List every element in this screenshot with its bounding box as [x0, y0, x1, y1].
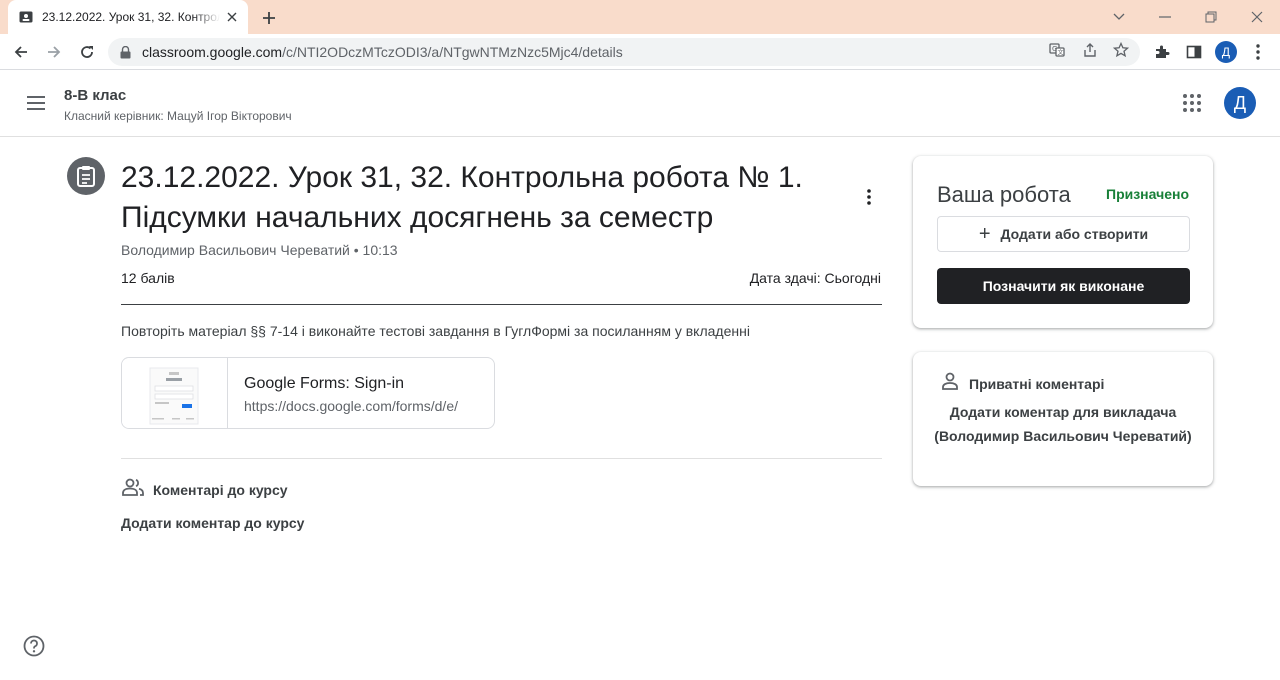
person-icon: [941, 372, 959, 395]
attachment-title: Google Forms: Sign-in: [244, 375, 405, 392]
assignment-points: 12 балів: [121, 270, 175, 286]
svg-text:文: 文: [1058, 49, 1064, 57]
status-badge: Призначено: [1106, 186, 1189, 202]
star-icon[interactable]: [1112, 41, 1130, 59]
classroom-favicon-icon: [18, 9, 34, 25]
tab-search-chevron-icon[interactable]: [1108, 6, 1130, 28]
add-or-create-label: Додати або створити: [1000, 226, 1149, 242]
classroom-header: 8-В клас Класний керівник: Мацуй Ігор Ві…: [0, 71, 1280, 137]
minimize-icon[interactable]: [1154, 6, 1176, 28]
plus-icon: +: [978, 223, 991, 245]
class-name[interactable]: 8-В клас: [64, 87, 126, 104]
assignment-instructions: Повторіть матеріал §§ 7-14 і виконайте т…: [121, 323, 750, 339]
lock-icon[interactable]: [120, 45, 134, 59]
sidepanel-icon[interactable]: [1183, 41, 1205, 63]
tab-title: 23.12.2022. Урок 31, 32. Контрольна робо…: [42, 10, 220, 24]
url-path: /c/NTI2ODczMTczODI3/a/NTgwNTMzNzc5Mjc4/d…: [282, 44, 623, 60]
reload-icon[interactable]: [76, 41, 98, 63]
more-vert-icon[interactable]: [858, 185, 880, 209]
mark-as-done-button[interactable]: Позначити як виконане: [937, 268, 1190, 304]
extensions-icon[interactable]: [1151, 41, 1173, 63]
divider: [121, 458, 882, 459]
browser-tabstrip: 23.12.2022. Урок 31, 32. Контрольна робо…: [0, 0, 1280, 34]
add-private-comment-link[interactable]: Додати коментар для викладача (Володимир…: [933, 400, 1193, 448]
close-window-icon[interactable]: [1246, 6, 1268, 28]
back-icon[interactable]: [10, 41, 32, 63]
help-icon[interactable]: [23, 635, 45, 657]
attachment-thumbnail: [122, 358, 228, 428]
close-icon[interactable]: [224, 9, 240, 25]
your-work-title: Ваша робота: [937, 182, 1071, 207]
address-bar[interactable]: classroom.google.com/c/NTI2ODczMTczODI3/…: [108, 38, 1140, 66]
people-icon: [121, 477, 145, 502]
add-class-comment-link[interactable]: Додати коментар до курсу: [121, 515, 304, 531]
forward-icon[interactable]: [43, 41, 65, 63]
assignment-icon: [67, 157, 105, 195]
assignment-author: Володимир Васильович Череватий • 10:13: [121, 242, 398, 258]
restore-icon[interactable]: [1200, 6, 1222, 28]
class-comments-header: Коментарі до курсу: [121, 477, 288, 502]
profile-avatar-small[interactable]: Д: [1215, 41, 1237, 63]
attachment-url: https://docs.google.com/forms/d/e/: [244, 398, 458, 414]
browser-tab[interactable]: 23.12.2022. Урок 31, 32. Контрольна робо…: [8, 0, 248, 34]
url-host: classroom.google.com: [142, 44, 283, 60]
assignment-due-date: Дата здачі: Сьогодні: [749, 270, 881, 286]
your-work-card: Ваша робота Призначено + Додати або ство…: [913, 156, 1213, 328]
new-tab-plus-icon[interactable]: [258, 7, 280, 29]
menu-icon[interactable]: [24, 91, 48, 115]
attachment-card[interactable]: Google Forms: Sign-in https://docs.googl…: [121, 357, 495, 429]
translate-icon[interactable]: G文: [1048, 41, 1066, 59]
private-comments-label: Приватні коментарі: [969, 375, 1105, 392]
kebab-icon[interactable]: [1247, 41, 1269, 63]
add-or-create-button[interactable]: + Додати або створити: [937, 216, 1190, 252]
private-comments-card: Приватні коментарі Додати коментар для в…: [913, 352, 1213, 486]
private-comments-header: Приватні коментарі: [941, 372, 1104, 395]
apps-grid-icon[interactable]: [1180, 91, 1204, 115]
divider: [121, 304, 882, 305]
avatar[interactable]: Д: [1224, 87, 1256, 119]
assignment-title: 23.12.2022. Урок 31, 32. Контрольна робо…: [121, 161, 803, 234]
class-teacher: Класний керівник: Мацуй Ігор Вікторович: [64, 109, 292, 123]
share-icon[interactable]: [1081, 41, 1099, 59]
browser-toolbar: classroom.google.com/c/NTI2ODczMTczODI3/…: [0, 34, 1280, 70]
class-comments-label: Коментарі до курсу: [153, 481, 288, 498]
